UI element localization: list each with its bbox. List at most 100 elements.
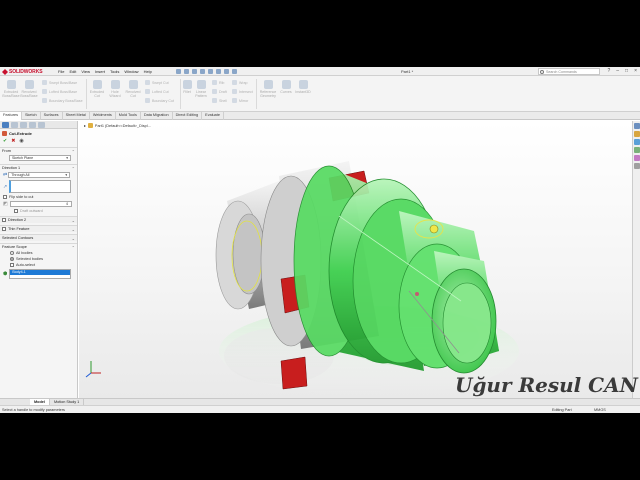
extruded-boss-button[interactable]: Extruded Boss/Base xyxy=(2,80,20,98)
custom-properties-icon[interactable] xyxy=(634,163,640,169)
rebuild-icon[interactable] xyxy=(224,69,229,74)
window-controls: ? – □ × xyxy=(607,68,637,74)
ok-check-icon[interactable]: ✔ xyxy=(3,138,7,144)
menu-edit[interactable]: Edit xyxy=(69,69,76,74)
view-palette-icon[interactable] xyxy=(634,147,640,153)
swept-boss-button[interactable]: Swept Boss/Base xyxy=(42,80,77,85)
tab-surfaces[interactable]: Surfaces xyxy=(41,112,63,120)
lofted-cut-button[interactable]: Lofted Cut xyxy=(145,89,169,94)
wrap-button[interactable]: Wrap xyxy=(232,80,248,85)
swept-cut-button[interactable]: Swept Cut xyxy=(145,80,169,85)
curves-button[interactable]: Curves xyxy=(280,80,292,94)
spinner-arrows-icon: ⇕ xyxy=(65,202,69,206)
tab-sheet-metal[interactable]: Sheet Metal xyxy=(63,112,90,120)
mirror-button[interactable]: Mirror xyxy=(232,98,248,103)
preview-eye-icon[interactable]: ◉ xyxy=(19,138,23,144)
search-commands-field[interactable]: Search Commands xyxy=(538,68,600,75)
thin-feature-header[interactable]: Thin Feature ⌄ xyxy=(0,225,77,232)
drag-handle-icon[interactable] xyxy=(429,224,439,234)
draft-toggle-icon[interactable]: ◩ xyxy=(3,201,8,207)
configuration-manager-tab-icon[interactable] xyxy=(20,122,27,128)
selected-bodies-list[interactable]: Body4-1 xyxy=(9,269,72,279)
solidworks-logo[interactable]: SOLIDWORKS xyxy=(2,68,43,75)
menu-insert[interactable]: Insert xyxy=(95,69,105,74)
feature-scope-header[interactable]: Feature Scope ⌃ xyxy=(0,243,77,250)
all-bodies-radio[interactable] xyxy=(10,251,14,255)
tab-sketch[interactable]: Sketch xyxy=(22,112,41,120)
selected-bodies-radio[interactable] xyxy=(10,257,14,261)
tab-mold-tools[interactable]: Mold Tools xyxy=(116,112,141,120)
appearances-icon[interactable] xyxy=(634,155,640,161)
cancel-x-icon[interactable]: ✖ xyxy=(11,138,15,144)
menu-help[interactable]: Help xyxy=(144,69,152,74)
reverse-direction-icon[interactable]: ⇄ xyxy=(3,172,7,178)
maximize-button[interactable]: □ xyxy=(625,68,628,74)
resources-icon[interactable] xyxy=(634,123,640,129)
boundary-cut-button[interactable]: Boundary Cut xyxy=(145,98,174,103)
linear-pattern-button[interactable]: Linear Pattern xyxy=(194,80,208,98)
draft-button[interactable]: Draft xyxy=(212,89,227,94)
boundary-boss-button[interactable]: Boundary Boss/Base xyxy=(42,98,83,103)
fillet-button[interactable]: Fillet xyxy=(182,80,192,94)
print-icon[interactable] xyxy=(200,69,205,74)
end-condition-select[interactable]: Through All ▾ xyxy=(8,172,71,178)
draft-angle-input[interactable]: ⇕ xyxy=(9,201,72,207)
model-view[interactable] xyxy=(79,121,632,398)
tab-features[interactable]: Features xyxy=(0,112,22,120)
lofted-boss-button[interactable]: Lofted Boss/Base xyxy=(42,89,77,94)
from-select[interactable]: Sketch Plane ▾ xyxy=(9,155,71,161)
rib-button[interactable]: Rib xyxy=(212,80,224,85)
display-manager-tab-icon[interactable] xyxy=(38,122,45,128)
graphics-area[interactable]: ▸ Part1 (Default<<Default>_Displ... xyxy=(79,121,632,398)
select-icon[interactable] xyxy=(216,69,221,74)
from-group-header[interactable]: From ⌃ xyxy=(0,147,77,154)
instant3d-button[interactable]: Instant3D xyxy=(295,80,311,94)
wrap-icon xyxy=(232,80,237,85)
tab-weldments[interactable]: Weldments xyxy=(90,112,116,120)
design-library-icon[interactable] xyxy=(634,131,640,137)
menu-window[interactable]: Window xyxy=(124,69,138,74)
auto-select-checkbox[interactable] xyxy=(10,263,14,267)
thin-feature-checkbox[interactable] xyxy=(2,227,6,231)
tab-direct-editing[interactable]: Direct Editing xyxy=(173,112,203,120)
close-button[interactable]: × xyxy=(634,68,637,74)
direction2-checkbox[interactable] xyxy=(2,218,6,222)
file-explorer-icon[interactable] xyxy=(634,139,640,145)
shell-button[interactable]: Shell xyxy=(212,98,227,103)
reference-geometry-button[interactable]: Reference Geometry xyxy=(258,80,278,98)
save-icon[interactable] xyxy=(192,69,197,74)
intersect-button[interactable]: Intersect xyxy=(232,89,253,94)
direction2-label: Direction 2 xyxy=(8,218,27,222)
hole-wizard-button[interactable]: Hole Wizard xyxy=(107,80,123,98)
selected-contours-header[interactable]: Selected Contours ⌄ xyxy=(0,234,77,241)
extruded-cut-button[interactable]: Extruded Cut xyxy=(89,80,105,98)
view-triad[interactable] xyxy=(85,361,101,378)
units-indicator[interactable]: MMGS xyxy=(594,408,606,412)
minimize-button[interactable]: – xyxy=(616,68,619,74)
direction1-header[interactable]: Direction 1 ⌃ xyxy=(0,164,77,171)
menu-tools[interactable]: Tools xyxy=(110,69,119,74)
property-manager-tab-icon[interactable] xyxy=(11,122,18,128)
tab-evaluate[interactable]: Evaluate xyxy=(202,112,224,120)
green-hub-selected[interactable] xyxy=(293,165,499,374)
draft-outward-checkbox[interactable] xyxy=(14,209,18,213)
dimxpert-tab-icon[interactable] xyxy=(29,122,36,128)
undo-icon[interactable] xyxy=(208,69,213,74)
menu-view[interactable]: View xyxy=(81,69,90,74)
menu-file[interactable]: File xyxy=(58,69,64,74)
new-icon[interactable] xyxy=(176,69,181,74)
boundary-icon xyxy=(42,98,47,103)
feature-manager-tab-icon[interactable] xyxy=(2,122,9,128)
options-icon[interactable] xyxy=(232,69,237,74)
flip-side-checkbox[interactable] xyxy=(3,195,7,199)
list-item[interactable]: Body4-1 xyxy=(10,270,71,275)
revolved-boss-button[interactable]: Revolved Boss/Base xyxy=(20,80,38,98)
direction2-header[interactable]: Direction 2 ⌄ xyxy=(0,216,77,223)
open-icon[interactable] xyxy=(184,69,189,74)
help-button[interactable]: ? xyxy=(607,68,610,74)
direction-arrow-icon: ↗ xyxy=(3,183,8,190)
draft-outward-row[interactable]: Draft outward xyxy=(0,208,77,214)
revolved-cut-button[interactable]: Revolved Cut xyxy=(125,80,141,98)
tab-data-migration[interactable]: Data Migration xyxy=(141,112,173,120)
direction-vector-list[interactable] xyxy=(9,180,72,193)
